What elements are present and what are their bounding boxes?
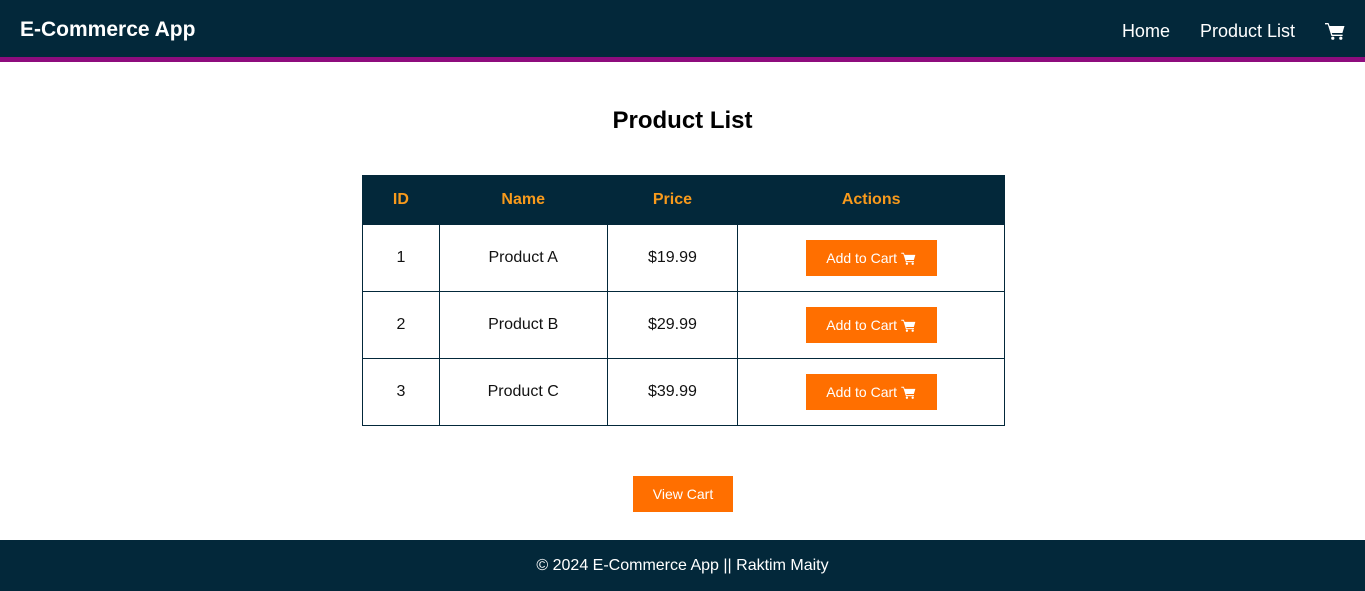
table-row: 1 Product A $19.99 Add to Cart <box>362 224 1005 292</box>
column-header-id: ID <box>362 175 440 225</box>
product-price-cell: $39.99 <box>606 358 739 426</box>
page-title: Product List <box>612 107 753 134</box>
nav-cart-link[interactable] <box>1325 22 1345 40</box>
nav-product-list-link[interactable]: Product List <box>1200 20 1295 42</box>
add-to-cart-button[interactable]: Add to Cart <box>805 307 937 343</box>
add-to-cart-label: Add to Cart <box>826 317 898 333</box>
brand-title[interactable]: E-Commerce App <box>20 17 195 43</box>
product-name-cell: Product C <box>438 358 608 426</box>
product-id-cell: 3 <box>362 358 440 426</box>
cart-icon <box>897 252 916 265</box>
product-actions-cell: Add to Cart <box>737 291 1005 359</box>
product-actions-cell: Add to Cart <box>737 224 1005 292</box>
product-table: ID Name Price Actions 1 Product A $19.99… <box>362 175 1005 426</box>
add-to-cart-label: Add to Cart <box>826 250 898 266</box>
view-cart-button[interactable]: View Cart <box>633 476 733 512</box>
nav-home-link[interactable]: Home <box>1122 20 1170 42</box>
product-id-cell: 1 <box>362 224 440 292</box>
table-header-row: ID Name Price Actions <box>362 175 1005 225</box>
nav-links: Home Product List <box>1122 0 1365 62</box>
product-name-cell: Product B <box>438 291 608 359</box>
product-price-cell: $19.99 <box>606 224 739 292</box>
cart-icon <box>897 319 916 332</box>
shopping-cart-icon <box>1325 22 1345 40</box>
add-to-cart-button[interactable]: Add to Cart <box>805 240 937 276</box>
table-row: 3 Product C $39.99 Add to Cart <box>362 358 1005 426</box>
footer: © 2024 E-Commerce App || Raktim Maity <box>0 540 1365 591</box>
product-id-cell: 2 <box>362 291 440 359</box>
add-to-cart-label: Add to Cart <box>826 384 898 400</box>
column-header-name: Name <box>438 175 608 225</box>
product-actions-cell: Add to Cart <box>737 358 1005 426</box>
table-row: 2 Product B $29.99 Add to Cart <box>362 291 1005 359</box>
footer-text: © 2024 E-Commerce App || Raktim Maity <box>536 556 829 574</box>
navbar: E-Commerce App Home Product List <box>0 0 1365 62</box>
column-header-price: Price <box>606 175 739 225</box>
add-to-cart-button[interactable]: Add to Cart <box>805 374 937 410</box>
product-price-cell: $29.99 <box>606 291 739 359</box>
product-name-cell: Product A <box>438 224 608 292</box>
column-header-actions: Actions <box>737 175 1005 225</box>
cart-icon <box>897 386 916 399</box>
